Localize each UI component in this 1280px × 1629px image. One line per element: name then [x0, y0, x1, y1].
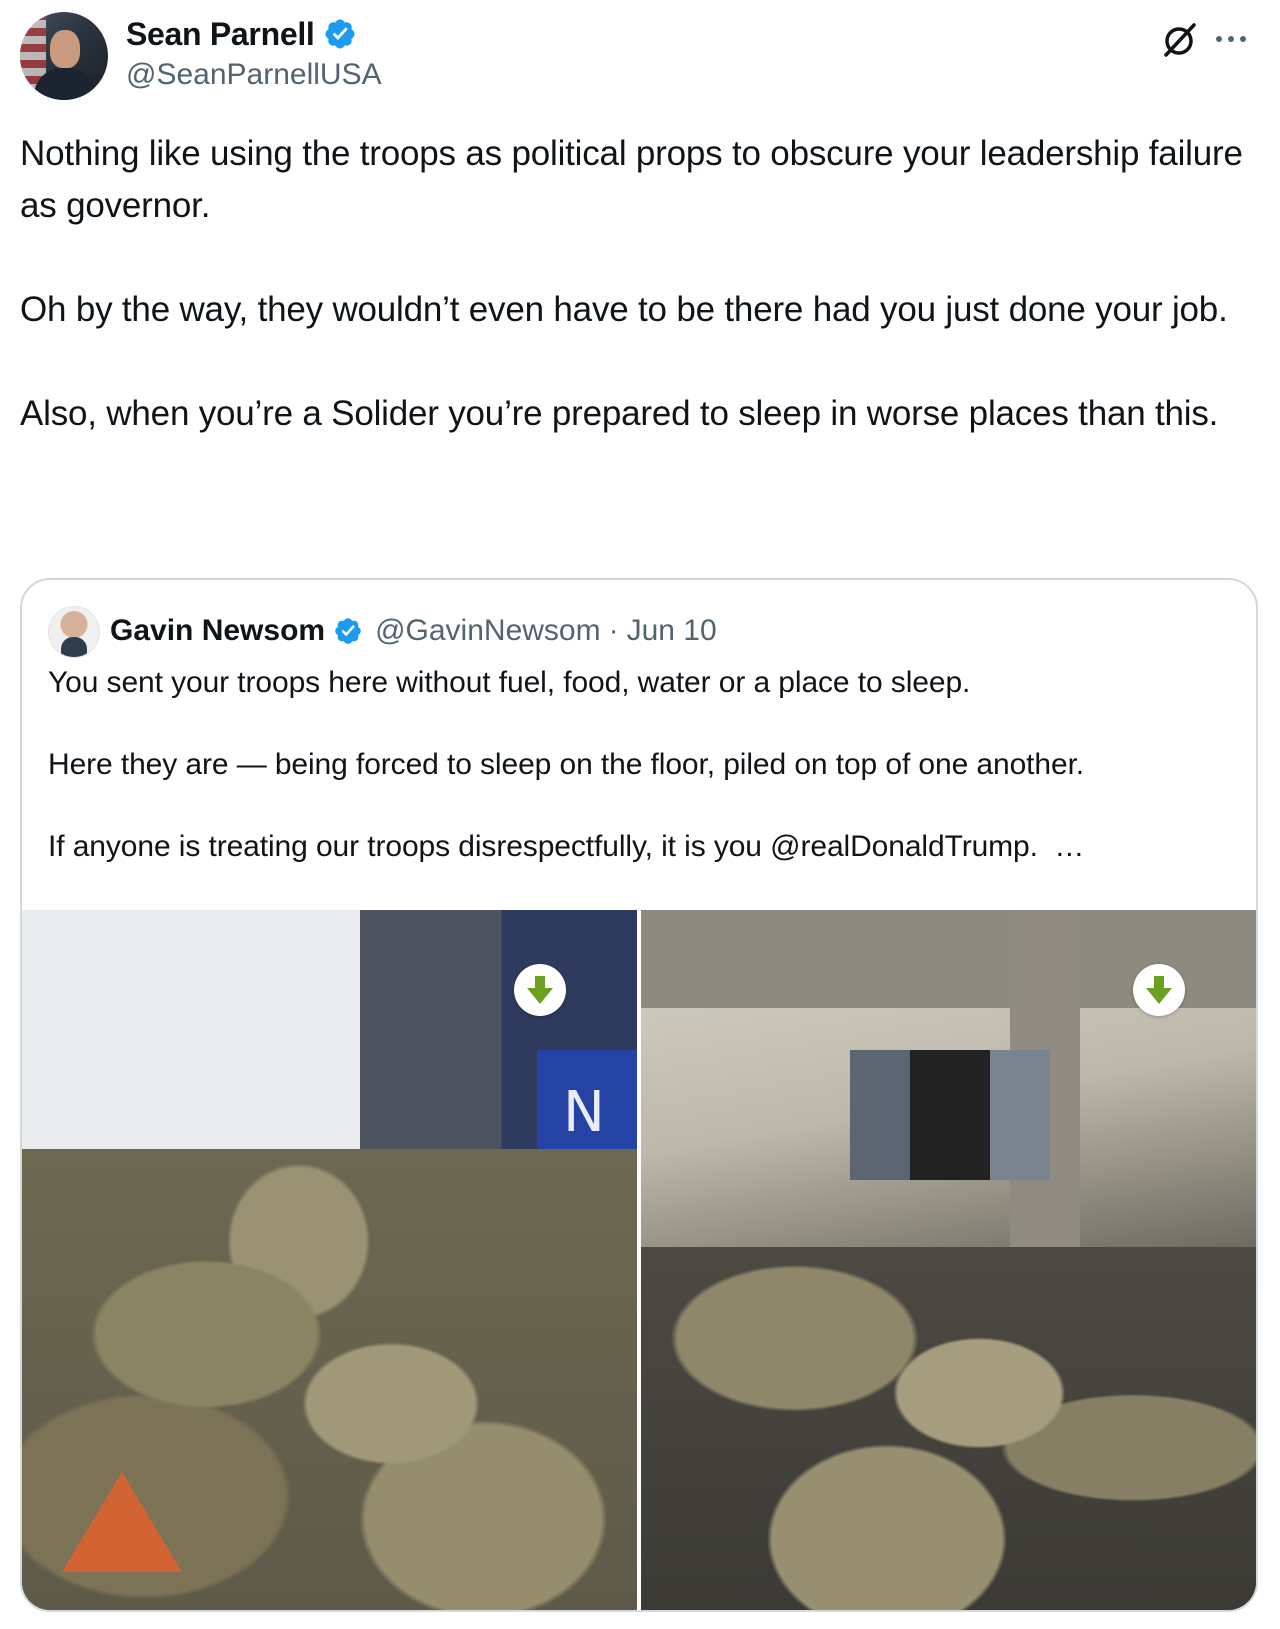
- author-avatar[interactable]: [20, 12, 108, 100]
- more-dot: [1228, 36, 1234, 42]
- quoted-tweet-date[interactable]: Jun 10: [627, 614, 717, 648]
- photo-troops-warehouse[interactable]: N: [22, 910, 637, 1610]
- tweet: Sean Parnell @SeanParnellUSA Nothing lik…: [0, 0, 1280, 1629]
- verified-badge-icon: [324, 19, 355, 49]
- author-handle[interactable]: @SeanParnellUSA: [126, 58, 382, 92]
- separator-dot: ·: [608, 614, 619, 647]
- author-display-name[interactable]: Sean Parnell: [126, 16, 315, 53]
- quoted-author-handle[interactable]: @GavinNewsom: [375, 614, 601, 648]
- author-name-row: Sean Parnell: [126, 14, 357, 54]
- more-options-icon[interactable]: [1216, 26, 1260, 52]
- quoted-author-display-name[interactable]: Gavin Newsom: [110, 614, 325, 648]
- verified-badge-icon: [335, 618, 361, 644]
- tweet-text: Nothing like using the troops as politic…: [20, 134, 1243, 433]
- photo-floor-soldiers: [641, 1246, 1256, 1610]
- download-arrow-icon: [527, 976, 553, 1004]
- avatar-face: [50, 30, 80, 68]
- more-dot: [1216, 36, 1222, 42]
- photo-xray-scanner: [850, 1050, 1051, 1181]
- quoted-tweet[interactable]: Gavin Newsom @GavinNewsom · Jun 10 You s…: [20, 578, 1258, 1612]
- download-badge[interactable]: [514, 964, 566, 1016]
- download-arrow-icon: [1146, 976, 1172, 1004]
- grok-icon[interactable]: [1160, 20, 1200, 60]
- photo-warning-triangle: [62, 1472, 182, 1572]
- quoted-tweet-header: Gavin Newsom @GavinNewsom · Jun 10: [110, 610, 717, 652]
- photo-troops-checkpoint[interactable]: [641, 910, 1256, 1610]
- photo-sign-letter: N: [563, 1080, 605, 1146]
- quoted-author-avatar[interactable]: [48, 606, 100, 658]
- quoted-tweet-text: You sent your troops here without fuel, …: [48, 666, 1085, 863]
- quoted-tweet-media: N: [22, 910, 1256, 1610]
- more-dot: [1240, 36, 1246, 42]
- download-badge[interactable]: [1133, 964, 1185, 1016]
